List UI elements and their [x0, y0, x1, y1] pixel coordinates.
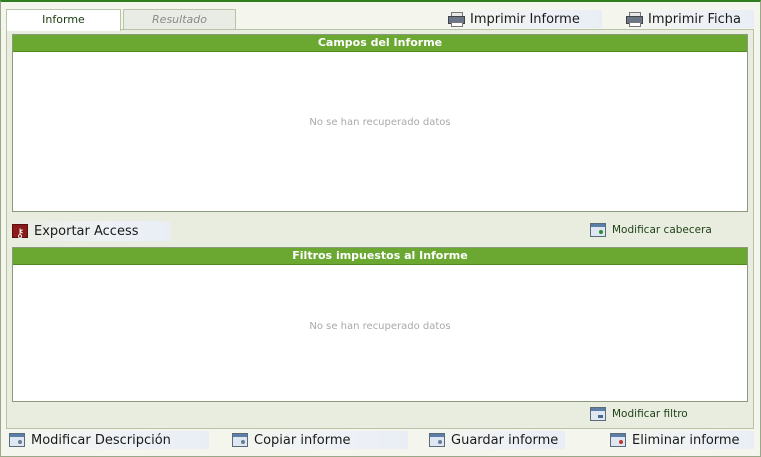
- printer-icon: [626, 12, 643, 27]
- filters-panel-title: Filtros impuestos al Informe: [13, 248, 747, 265]
- modify-filter-label: Modificar filtro: [612, 408, 688, 420]
- window-icon: [610, 433, 626, 447]
- export-access-button[interactable]: ⚷ Exportar Access: [12, 221, 170, 241]
- print-report-button[interactable]: Imprimir Informe: [448, 10, 602, 28]
- filter-icon: [590, 407, 606, 421]
- modify-header-label: Modificar cabecera: [612, 224, 712, 236]
- tab-resultado[interactable]: Resultado: [123, 9, 236, 30]
- printer-icon: [448, 12, 465, 27]
- modify-description-label: Modificar Descripción: [31, 432, 171, 448]
- delete-report-label: Eliminar informe: [632, 432, 740, 448]
- fields-panel: Campos del Informe No se han recuperado …: [12, 34, 748, 212]
- access-icon: ⚷: [12, 224, 28, 240]
- save-report-button[interactable]: Guardar informe: [429, 431, 565, 449]
- window-icon: [232, 433, 248, 447]
- filters-panel: Filtros impuestos al Informe No se han r…: [12, 247, 748, 402]
- delete-report-button[interactable]: Eliminar informe: [610, 431, 754, 449]
- save-report-label: Guardar informe: [451, 432, 559, 448]
- window-icon: [9, 433, 25, 447]
- window-icon: [429, 433, 445, 447]
- export-access-label: Exportar Access: [34, 223, 139, 239]
- print-card-label: Imprimir Ficha: [648, 11, 741, 27]
- modify-filter-button[interactable]: Modificar filtro: [590, 406, 688, 422]
- modify-description-button[interactable]: Modificar Descripción: [9, 431, 209, 449]
- window-icon: [590, 223, 606, 237]
- copy-report-button[interactable]: Copiar informe: [232, 431, 408, 449]
- filters-empty-message: No se han recuperado datos: [309, 321, 451, 332]
- fields-empty-message: No se han recuperado datos: [309, 117, 451, 128]
- copy-report-label: Copiar informe: [254, 432, 351, 448]
- tab-informe[interactable]: Informe: [6, 9, 121, 31]
- print-report-label: Imprimir Informe: [470, 11, 580, 27]
- modify-header-button[interactable]: Modificar cabecera: [590, 222, 712, 238]
- fields-panel-title: Campos del Informe: [13, 35, 747, 52]
- print-card-button[interactable]: Imprimir Ficha: [626, 10, 754, 28]
